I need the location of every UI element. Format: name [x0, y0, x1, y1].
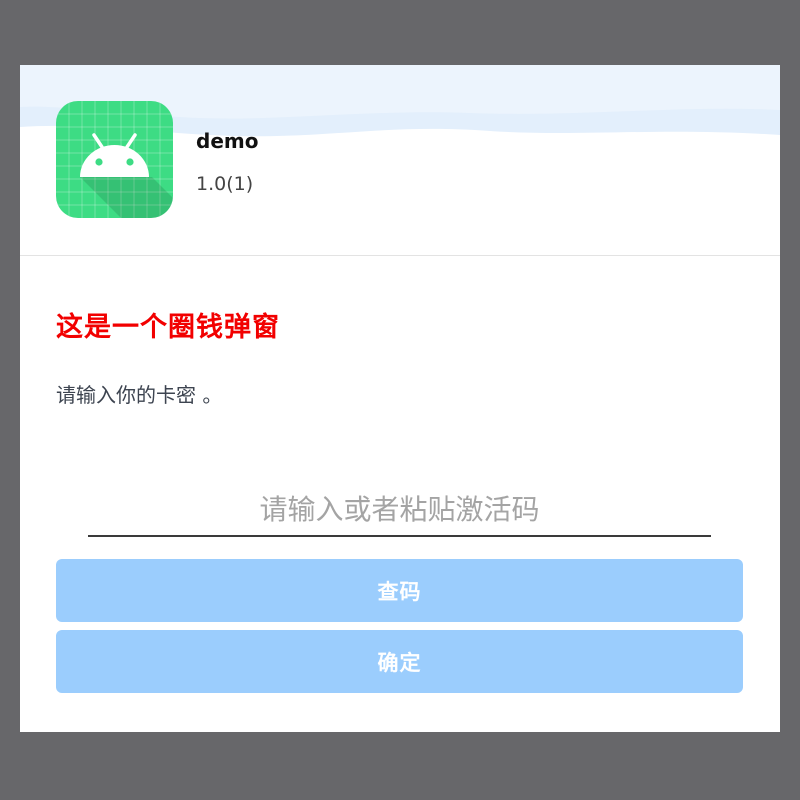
app-name: demo — [196, 129, 259, 153]
android-icon — [56, 101, 173, 218]
app-version: 1.0(1) — [196, 173, 254, 195]
dialog-message: 请输入你的卡密 。 — [56, 383, 223, 407]
activation-code-input[interactable] — [88, 483, 711, 537]
dialog-title: 这是一个圈钱弹窗 — [56, 312, 280, 343]
activation-dialog: demo 1.0(1) 这是一个圈钱弹窗 请输入你的卡密 。 查码 确定 — [20, 65, 780, 732]
query-code-button[interactable]: 查码 — [56, 559, 743, 622]
app-header: demo 1.0(1) — [20, 65, 780, 256]
confirm-button[interactable]: 确定 — [56, 630, 743, 693]
